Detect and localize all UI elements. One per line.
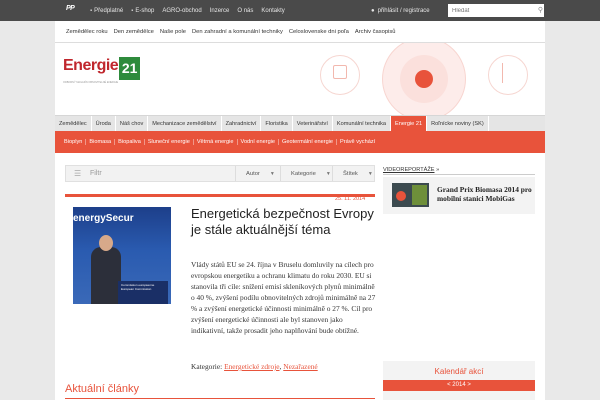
wind-turbine-icon <box>502 63 514 83</box>
subnav-item[interactable]: Větrná energie <box>194 139 238 145</box>
subnav-item[interactable]: Právě vychází <box>337 139 378 145</box>
chevron-down-icon: ▼ <box>367 170 373 177</box>
top-nav: ▪ Předplatné ▪ E-shop AGRO-obchod Inzerce … <box>86 0 289 21</box>
article-date: 25. 11. 2014 <box>335 196 366 202</box>
publisher-logo[interactable]: PP <box>66 5 84 15</box>
calendar-year-switcher[interactable]: < 2014 > <box>383 380 535 391</box>
portal-link[interactable]: Celoslovenske dni poľa <box>286 29 352 35</box>
user-area: ● přihlásit / registrace <box>371 0 430 21</box>
cart-icon: ▪ <box>90 7 93 14</box>
thumbnail-shape <box>412 185 427 205</box>
main-content: ☰ Filtr Autor ▼ Kategorie ▼ Štítek ▼ 25. 11… <box>55 153 545 400</box>
top-nav-inzerce[interactable]: Inzerce <box>206 8 234 14</box>
photo-podium-text: Commission européenne European Commissio… <box>121 283 155 291</box>
category-item[interactable]: Úroda <box>92 116 116 131</box>
chevron-down-icon: ▼ <box>325 170 331 177</box>
search-input[interactable] <box>448 4 544 17</box>
search-icon[interactable]: ⚲ <box>536 6 545 15</box>
category-item-active[interactable]: Energie 21 <box>391 116 428 131</box>
subnav-item[interactable]: Sluneční energie <box>145 139 194 145</box>
category-item[interactable]: Veterinářství <box>293 116 333 131</box>
site-logo[interactable]: Energie 21 <box>63 57 141 80</box>
subnav-item[interactable]: Bioplyn <box>61 139 87 145</box>
category-item[interactable]: Floristika <box>261 116 293 131</box>
portal-link[interactable]: Den zahradní a komunální techniky <box>189 29 286 35</box>
section-title: Aktuální články <box>65 383 139 395</box>
photo-person-head <box>99 235 113 251</box>
energy-subnav: Bioplyn Biomasa Biopaliva Sluneční energ… <box>55 131 545 153</box>
portal-link[interactable]: Den zemědělce <box>111 29 157 35</box>
site-logo-subtitle: ODBORNÝ MAGAZÍN OBNOVITELNÉ ENERGIE <box>63 81 119 84</box>
top-nav-eshop[interactable]: ▪ E-shop <box>127 8 158 14</box>
subnav-item[interactable]: Geotermální energie <box>279 139 338 145</box>
article-divider <box>65 194 375 197</box>
video-teaser[interactable]: Grand Prix Biomasa 2014 pro mobilní stan… <box>383 177 535 214</box>
solar-panel-icon <box>333 65 347 79</box>
section-divider <box>383 174 535 175</box>
chevron-down-icon: ▼ <box>269 170 275 177</box>
category-item[interactable]: Náš chov <box>116 116 149 131</box>
category-item[interactable]: Roľnícke noviny (SK) <box>427 116 489 131</box>
category-nav: Zemědělec Úroda Náš chov Mechanizace zem… <box>55 115 545 131</box>
cart-icon: ▪ <box>131 7 134 14</box>
top-nav-agro-obchod[interactable]: AGRO-obchod <box>158 8 205 14</box>
video-section-title[interactable]: VIDEOREPORTÁŽE » <box>383 167 439 173</box>
category-link[interactable]: Nezařazené <box>283 362 317 371</box>
events-calendar: Kalendář akcí < 2014 > <box>383 361 535 400</box>
portal-links: Zemědělec roku Den zemědělce Naše pole D… <box>55 21 545 43</box>
top-bar: PP ▪ Předplatné ▪ E-shop AGRO-obchod Inzer… <box>0 0 600 21</box>
article-filter: ☰ Filtr Autor ▼ Kategorie ▼ Štítek ▼ <box>65 165 375 182</box>
category-item[interactable]: Komunální technika <box>333 116 392 131</box>
subnav-item[interactable]: Vodní energie <box>238 139 280 145</box>
top-nav-predplatne[interactable]: ▪ Předplatné <box>86 8 127 14</box>
subnav-item[interactable]: Biopaliva <box>115 139 145 145</box>
site-header: Energie 21 ODBORNÝ MAGAZÍN OBNOVITELNÉ E… <box>55 43 545 115</box>
double-chevron-right-icon: » <box>436 167 440 173</box>
article-categories: Kategorie: Energetické zdroje, Nezařazen… <box>191 362 318 371</box>
filter-label: Filtr <box>90 170 102 177</box>
portal-link[interactable]: Archiv časopisů <box>352 29 399 35</box>
photo-backdrop-text: energySecur <box>73 213 134 224</box>
category-item[interactable]: Zahradnictví <box>222 116 262 131</box>
video-thumbnail[interactable] <box>392 183 429 207</box>
filter-icon: ☰ <box>74 169 82 178</box>
top-nav-o-nas[interactable]: O nás <box>233 8 257 14</box>
play-icon <box>396 191 406 201</box>
filter-category-dropdown[interactable]: Kategorie ▼ <box>280 166 332 181</box>
login-link[interactable]: ● přihlásit / registrace <box>371 8 430 14</box>
article-title[interactable]: Energetická bezpečnost Evropy je stále a… <box>191 206 375 237</box>
video-title[interactable]: Grand Prix Biomasa 2014 pro mobilní stan… <box>437 185 533 203</box>
filter-tag-dropdown[interactable]: Štítek ▼ <box>332 166 374 181</box>
top-nav-kontakty[interactable]: Kontakty <box>257 8 288 14</box>
filter-author-dropdown[interactable]: Autor ▼ <box>235 166 280 181</box>
calendar-title: Kalendář akcí <box>434 367 484 376</box>
section-divider <box>65 398 375 399</box>
article-body: Vlády států EU se 24. října v Bruselu do… <box>191 260 376 335</box>
subnav-item[interactable]: Biomasa <box>86 139 116 145</box>
globe-icon <box>415 70 433 88</box>
portal-link[interactable]: Naše pole <box>157 29 189 35</box>
portal-link[interactable]: Zemědělec roku <box>63 29 111 35</box>
category-item[interactable]: Zemědělec <box>55 116 92 131</box>
category-link[interactable]: Energetické zdroje <box>224 362 279 371</box>
user-icon: ● <box>371 7 375 14</box>
article-photo[interactable]: energySecur Commission européenne Europe… <box>73 207 171 304</box>
category-item[interactable]: Mechanizace zemědělství <box>148 116 222 131</box>
photo-person <box>91 247 121 304</box>
